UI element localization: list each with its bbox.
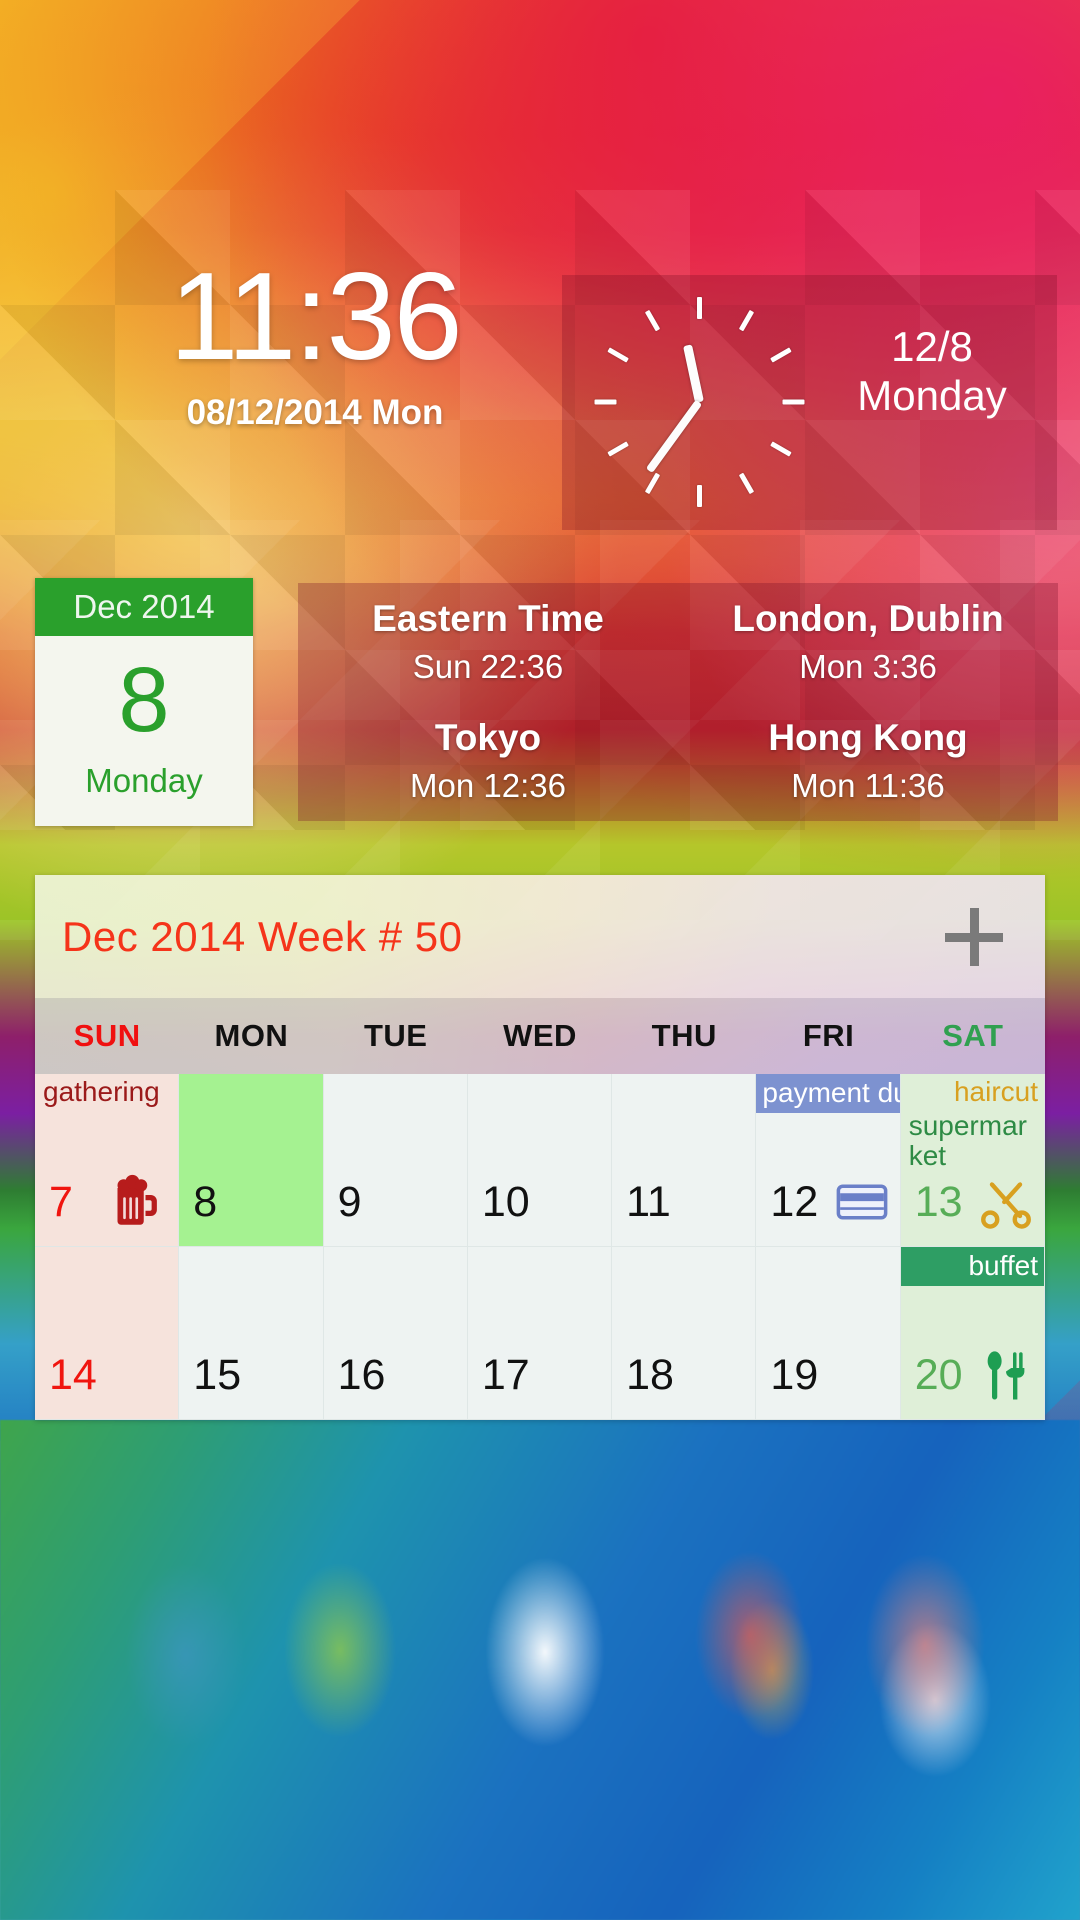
analog-clock-month-day: 12/8: [891, 323, 973, 370]
world-clock-city-time: Mon 11:36: [791, 767, 945, 805]
calendar-day-cell-10[interactable]: 10: [467, 1074, 613, 1247]
calendar-day-number: 19: [770, 1351, 819, 1399]
analog-clock-face-icon: [594, 297, 804, 507]
calendar-week-row: gathering 7 8 9 10 11 payment due date 12 haircu…: [35, 1074, 1045, 1247]
analog-clock-weekday: Monday: [857, 372, 1007, 420]
calendar-day-cell-11[interactable]: 11: [612, 1074, 757, 1247]
digital-clock-widget[interactable]: 11:36 08/12/2014 Mon: [95, 255, 535, 475]
date-widget-day: 8: [118, 649, 170, 751]
calendar-day-cell-19[interactable]: 19: [756, 1247, 901, 1420]
date-widget[interactable]: Dec 2014 8 Monday: [35, 578, 253, 826]
calendar-weekday-tue: TUE: [363, 1018, 428, 1053]
world-clock-city-name: Tokyo: [434, 716, 542, 758]
dock-blurred-icons[interactable]: [0, 1420, 1080, 1920]
calendar-day-cell-7[interactable]: gathering 7: [35, 1074, 180, 1247]
minute-hand-icon: [645, 399, 703, 474]
scissors-icon: [978, 1174, 1034, 1230]
calendar-day-number: 11: [626, 1178, 671, 1226]
digital-clock-date: 08/12/2014 Mon: [186, 393, 444, 432]
calendar-day-number: 20: [914, 1351, 963, 1399]
calendar-day-number: 18: [626, 1351, 674, 1399]
calendar-event[interactable]: supermarket: [901, 1109, 1044, 1172]
calendar-weekday-header-row: SUN MON TUE WED THU FRI SAT: [35, 998, 1045, 1074]
world-clock-city-time: Mon 12:36: [410, 767, 566, 805]
calendar-event[interactable]: gathering: [35, 1074, 178, 1109]
calendar-day-number: 14: [49, 1351, 97, 1399]
world-clock-city-name: London, Dublin: [732, 597, 1004, 639]
digital-clock-time: 11:36: [169, 248, 462, 386]
calendar-week-row: 14 15 16 17 18 19 buffet 20: [35, 1247, 1045, 1420]
calendar-event[interactable]: payment due date: [756, 1074, 900, 1114]
calendar-day-number: 15: [193, 1351, 242, 1399]
date-widget-month-year: Dec 2014: [35, 578, 253, 636]
home-screen: 11:36 08/12/2014 Mon 12/8 Monday Dec 201…: [0, 0, 1080, 1920]
calendar-day-cell-18[interactable]: 18: [612, 1247, 757, 1420]
calendar-weekday-mon: MON: [214, 1018, 289, 1053]
world-clock-city-name: Hong Kong: [768, 716, 968, 758]
world-clock-city-3[interactable]: Hong Kong Mon 11:36: [678, 711, 1058, 812]
calendar-day-cell-12[interactable]: payment due date 12: [756, 1074, 901, 1247]
calendar-day-cell-8[interactable]: 8: [179, 1074, 324, 1247]
date-widget-weekday: Monday: [85, 762, 203, 799]
world-clock-city-name: Eastern Time: [372, 597, 604, 639]
world-clock-city-0[interactable]: Eastern Time Sun 22:36: [298, 592, 678, 693]
calendar-weekday-sun: SUN: [73, 1018, 141, 1053]
world-clock-widget[interactable]: Eastern Time Sun 22:36 London, Dublin Mo…: [298, 583, 1058, 821]
analog-clock-widget[interactable]: 12/8 Monday: [562, 275, 1057, 530]
calendar-title: Dec 2014 Week # 50: [62, 912, 463, 960]
calendar-day-number: 17: [481, 1351, 530, 1399]
calendar-day-cell-17[interactable]: 17: [467, 1247, 613, 1420]
calendar-grid: gathering 7 8 9 10 11 payment due date 12 haircu…: [35, 1074, 1045, 1420]
calendar-day-number: 16: [337, 1351, 386, 1399]
calendar-day-number: 10: [481, 1178, 530, 1226]
analog-clock-date: 12/8 Monday: [817, 323, 1047, 422]
calendar-day-cell-20[interactable]: buffet 20: [900, 1247, 1045, 1420]
calendar-event[interactable]: haircut: [901, 1074, 1044, 1109]
calendar-day-cell-15[interactable]: 15: [179, 1247, 324, 1420]
world-clock-city-1[interactable]: London, Dublin Mon 3:36: [678, 592, 1058, 693]
world-clock-city-time: Sun 22:36: [412, 648, 564, 686]
calendar-header: Dec 2014 Week # 50: [35, 875, 1045, 998]
calendar-day-cell-9[interactable]: 9: [323, 1074, 468, 1247]
beer-mug-icon: [107, 1174, 163, 1230]
calendar-widget[interactable]: Dec 2014 Week # 50 SUN MON TUE WED THU FRI SAT…: [35, 875, 1045, 1420]
calendar-day-number: 7: [49, 1178, 73, 1226]
calendar-day-cell-14[interactable]: 14: [35, 1247, 180, 1420]
calendar-weekday-sat: SAT: [942, 1018, 1004, 1053]
calendar-day-number: 9: [337, 1178, 362, 1226]
calendar-day-number: 8: [193, 1178, 218, 1226]
calendar-weekday-thu: THU: [651, 1018, 717, 1053]
calendar-day-cell-13[interactable]: haircut supermarket 13: [900, 1074, 1045, 1247]
calendar-weekday-wed: WED: [503, 1018, 577, 1053]
credit-card-icon: [834, 1174, 890, 1230]
calendar-day-number: 13: [914, 1178, 963, 1226]
spoon-fork-icon: [978, 1347, 1034, 1403]
world-clock-city-2[interactable]: Tokyo Mon 12:36: [298, 711, 678, 812]
add-event-button[interactable]: [945, 907, 1003, 966]
world-clock-city-time: Mon 3:36: [799, 648, 937, 686]
calendar-day-cell-16[interactable]: 16: [323, 1247, 468, 1420]
calendar-day-number: 12: [770, 1178, 819, 1226]
calendar-weekday-fri: FRI: [802, 1018, 855, 1053]
hour-hand-icon: [682, 344, 704, 403]
calendar-event[interactable]: buffet: [900, 1247, 1044, 1287]
